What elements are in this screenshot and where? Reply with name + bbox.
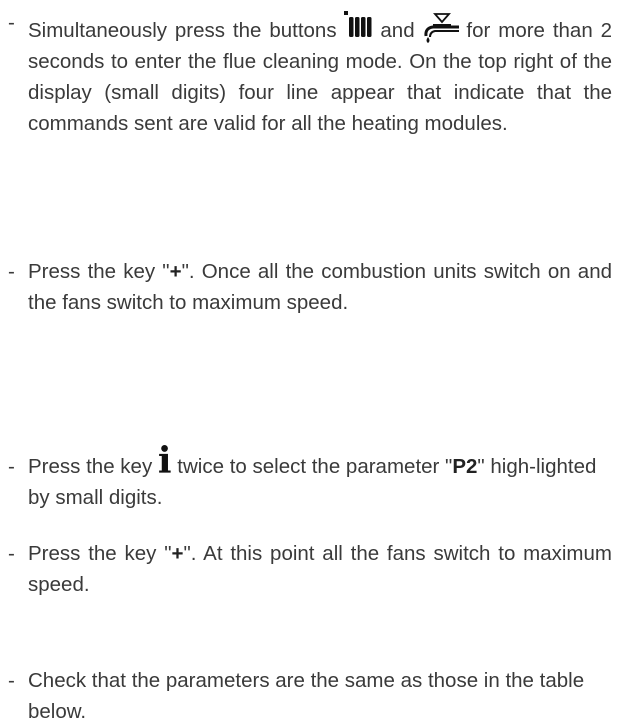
instruction-item-1: - Simultaneously press the buttons and f… (8, 7, 612, 139)
instruction-item-5: - Check that the parameters are the same… (8, 665, 612, 727)
text-segment: Press the key " (28, 260, 170, 283)
instruction-text: Check that the parameters are the same a… (28, 665, 612, 727)
info-icon: i (157, 440, 172, 482)
radiator-icon (344, 11, 372, 37)
text-segment: Check that the parameters are the same a… (28, 669, 585, 723)
instruction-item-4: - Press the key "+". At this point all t… (8, 538, 612, 600)
bullet: - (8, 11, 15, 34)
instruction-item-3: - Press the key i twice to select the pa… (8, 440, 612, 513)
parameter-code: P2 (452, 455, 478, 478)
instruction-document: - Simultaneously press the buttons and f… (0, 0, 624, 727)
bullet: - (8, 669, 15, 692)
instruction-text: Simultaneously press the buttons and for… (28, 7, 612, 139)
plus-key: + (171, 542, 184, 565)
bullet: - (8, 455, 15, 478)
instruction-item-2: - Press the key "+". Once all the combus… (8, 256, 612, 318)
tap-water-icon (423, 13, 459, 43)
text-segment: Simultaneously press the buttons (28, 19, 337, 42)
bullet: - (8, 260, 15, 283)
text-segment: Press the key " (28, 542, 172, 565)
text-segment: and (380, 19, 415, 42)
text-segment: twice to select the parameter " (177, 455, 453, 478)
plus-key: + (169, 260, 182, 283)
text-segment: Press the key (28, 455, 153, 478)
bullet: - (8, 542, 15, 565)
instruction-text: Press the key i twice to select the para… (28, 440, 612, 513)
instruction-text: Press the key "+". Once all the combusti… (28, 256, 612, 318)
instruction-text: Press the key "+". At this point all the… (28, 538, 612, 600)
